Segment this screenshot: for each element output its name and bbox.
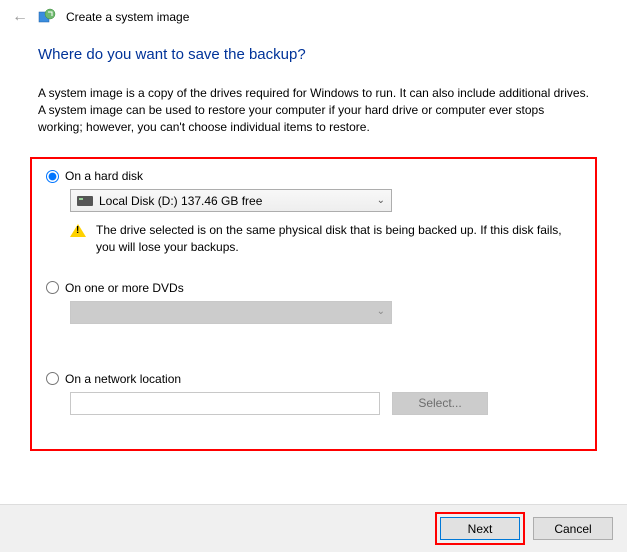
- disk-dropdown[interactable]: Local Disk (D:) 137.46 GB free ⌄: [70, 189, 392, 212]
- network-select-button: Select...: [392, 392, 488, 415]
- warning-text: The drive selected is on the same physic…: [96, 222, 581, 254]
- network-input-row: Select...: [70, 392, 581, 415]
- footer-bar: Next Cancel: [0, 504, 627, 552]
- page-description: A system image is a copy of the drives r…: [38, 85, 589, 135]
- hdd-icon: [77, 196, 93, 206]
- network-path-input: [70, 392, 380, 415]
- option-network: On a network location Select...: [46, 372, 581, 415]
- system-image-icon: [38, 8, 56, 26]
- window-header: ← Create a system image: [0, 0, 627, 34]
- radio-dvd-label: On one or more DVDs: [65, 281, 184, 295]
- cancel-button[interactable]: Cancel: [533, 517, 613, 540]
- back-arrow-icon[interactable]: ←: [12, 8, 28, 26]
- option-dvd: On one or more DVDs ⌄: [46, 281, 581, 324]
- warning-icon: [70, 224, 86, 237]
- radio-dvd-row[interactable]: On one or more DVDs: [46, 281, 581, 295]
- next-button[interactable]: Next: [440, 517, 520, 540]
- option-hard-disk: On a hard disk Local Disk (D:) 137.46 GB…: [46, 169, 581, 254]
- radio-network-row[interactable]: On a network location: [46, 372, 581, 386]
- page-title: Where do you want to save the backup?: [38, 46, 589, 63]
- radio-network[interactable]: [46, 372, 59, 385]
- warning-row: The drive selected is on the same physic…: [70, 222, 581, 254]
- radio-network-label: On a network location: [65, 372, 181, 386]
- chevron-down-icon: ⌄: [377, 306, 385, 317]
- radio-hard-disk-row[interactable]: On a hard disk: [46, 169, 581, 183]
- chevron-down-icon: ⌄: [377, 195, 385, 206]
- options-panel: On a hard disk Local Disk (D:) 137.46 GB…: [30, 157, 597, 450]
- radio-hard-disk-label: On a hard disk: [65, 169, 143, 183]
- radio-dvd[interactable]: [46, 281, 59, 294]
- content-area: Where do you want to save the backup? A …: [0, 34, 627, 451]
- radio-hard-disk[interactable]: [46, 170, 59, 183]
- window-title: Create a system image: [66, 10, 189, 24]
- dvd-dropdown-disabled: ⌄: [70, 301, 392, 324]
- disk-dropdown-value: Local Disk (D:) 137.46 GB free: [99, 194, 262, 208]
- next-button-highlight: Next: [435, 512, 525, 545]
